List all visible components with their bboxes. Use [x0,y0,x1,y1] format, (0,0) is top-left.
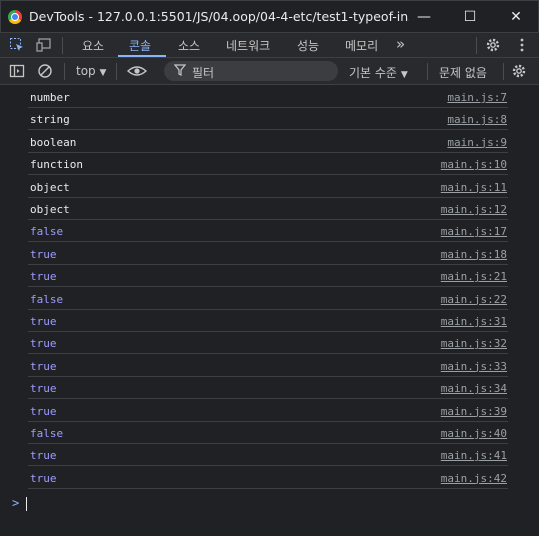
context-selector[interactable]: top ▼ [76,64,106,78]
tab-memory[interactable]: 메모리 [345,37,378,54]
console-message-text: true [30,382,57,396]
console-message-row: true main.js:18 [28,243,508,265]
close-button[interactable]: ✕ [505,6,527,28]
console-message-row: function main.js:10 [28,153,508,176]
divider [116,63,117,80]
console-message-text: string [30,113,70,127]
console-message-text: object [30,180,70,194]
source-link[interactable]: main.js:39 [441,405,507,418]
sidebar-toggle-icon[interactable] [9,63,25,79]
more-options-icon[interactable] [514,37,530,53]
console-message-row: true main.js:41 [28,444,508,467]
tab-sources[interactable]: 소스 [178,37,200,54]
console-message-text: true [30,471,57,485]
console-message-row: true main.js:39 [28,400,508,422]
dropdown-arrow-icon: ▼ [99,68,107,78]
source-link[interactable]: main.js:18 [441,248,507,261]
source-link[interactable]: main.js:7 [447,91,507,104]
dropdown-arrow-icon: ▼ [400,70,408,80]
source-link[interactable]: main.js:40 [441,427,507,440]
console-message-text: false [30,427,64,440]
console-message-text: function [30,158,83,172]
source-link[interactable]: main.js:21 [441,270,507,283]
chrome-logo-icon [8,10,22,24]
console-message-text: false [30,292,64,306]
minimize-button[interactable]: — [413,6,435,28]
console-message-row: true main.js:34 [28,377,508,400]
console-message-text: true [30,337,57,351]
console-message-row: true main.js:33 [28,355,508,377]
clear-console-icon[interactable] [37,63,53,79]
source-link[interactable]: main.js:12 [441,203,507,216]
console-message-row: object main.js:12 [28,198,508,220]
source-link[interactable]: main.js:42 [441,472,507,485]
source-link[interactable]: main.js:17 [441,225,507,238]
console-message-row: true main.js:31 [28,310,508,332]
console-message-row: false main.js:40 [28,422,508,444]
console-input-caret[interactable] [26,497,27,511]
console-message-text: boolean [30,135,77,149]
console-message-row: true main.js:32 [28,332,508,355]
console-message-text: true [30,449,57,463]
source-link[interactable]: main.js:8 [447,113,507,126]
source-link[interactable]: main.js:9 [447,136,507,149]
context-label: top [76,64,96,78]
console-message-text: false [30,225,64,239]
source-link[interactable]: main.js:22 [441,293,507,306]
source-link[interactable]: main.js:32 [441,337,507,350]
source-link[interactable]: main.js:41 [441,449,507,462]
console-message-text: number [30,91,70,104]
source-link[interactable]: main.js:10 [441,158,507,171]
divider [503,63,504,80]
divider [427,63,428,80]
more-tabs-chevron-icon[interactable]: » [396,35,405,53]
divider [64,63,65,80]
console-message-row: false main.js:22 [28,288,508,310]
inspect-element-icon[interactable] [9,37,25,53]
console-message-row: true main.js:42 [28,467,508,489]
filter-input[interactable]: 필터 [164,61,338,81]
console-message-text: true [30,359,57,373]
filter-icon [173,64,187,79]
maximize-button[interactable]: ☐ [459,6,481,28]
live-expression-eye-icon[interactable] [126,63,148,79]
source-link[interactable]: main.js:31 [441,315,507,328]
window-title: DevTools - 127.0.0.1:5501/JS/04.oop/04-4… [29,9,409,24]
tab-performance[interactable]: 성능 [297,37,319,54]
divider [476,37,477,54]
console-message-text: true [30,270,57,284]
console-prompt: > [12,496,20,510]
active-tab-indicator [118,55,166,57]
console-message-row: object main.js:11 [28,176,508,198]
device-toolbar-icon[interactable] [36,37,52,53]
tab-console[interactable]: 콘솔 [129,37,151,54]
filter-placeholder: 필터 [192,66,215,80]
console-message-row: false main.js:17 [28,220,508,243]
window-title-bar: DevTools - 127.0.0.1:5501/JS/04.oop/04-4… [0,0,539,33]
console-settings-gear-icon[interactable] [511,63,527,79]
source-link[interactable]: main.js:11 [441,181,507,194]
issues-counter[interactable]: 문제 없음 [439,64,487,81]
divider [62,37,63,54]
source-link[interactable]: main.js:34 [441,382,507,395]
settings-gear-icon[interactable] [485,37,501,53]
log-levels-dropdown[interactable]: 기본 수준 ▼ [349,64,408,81]
console-message-row: true main.js:21 [28,265,508,288]
devtools-tabs-bar: 요소 콘솔 소스 네트워크 성능 메모리 » [0,33,539,58]
console-message-text: true [30,404,57,418]
log-levels-label: 기본 수준 [349,66,397,80]
console-message-row: number main.js:7 [28,86,508,108]
source-link[interactable]: main.js:33 [441,360,507,373]
console-message-row: string main.js:8 [28,108,508,131]
console-message-text: true [30,315,57,328]
console-message-text: object [30,203,70,216]
tab-elements[interactable]: 요소 [82,37,104,54]
tab-network[interactable]: 네트워크 [226,37,270,54]
console-message-row: boolean main.js:9 [28,131,508,153]
console-toolbar: top ▼ 필터 기본 수준 ▼ 문제 없음 [0,58,539,85]
console-message-text: true [30,247,57,261]
